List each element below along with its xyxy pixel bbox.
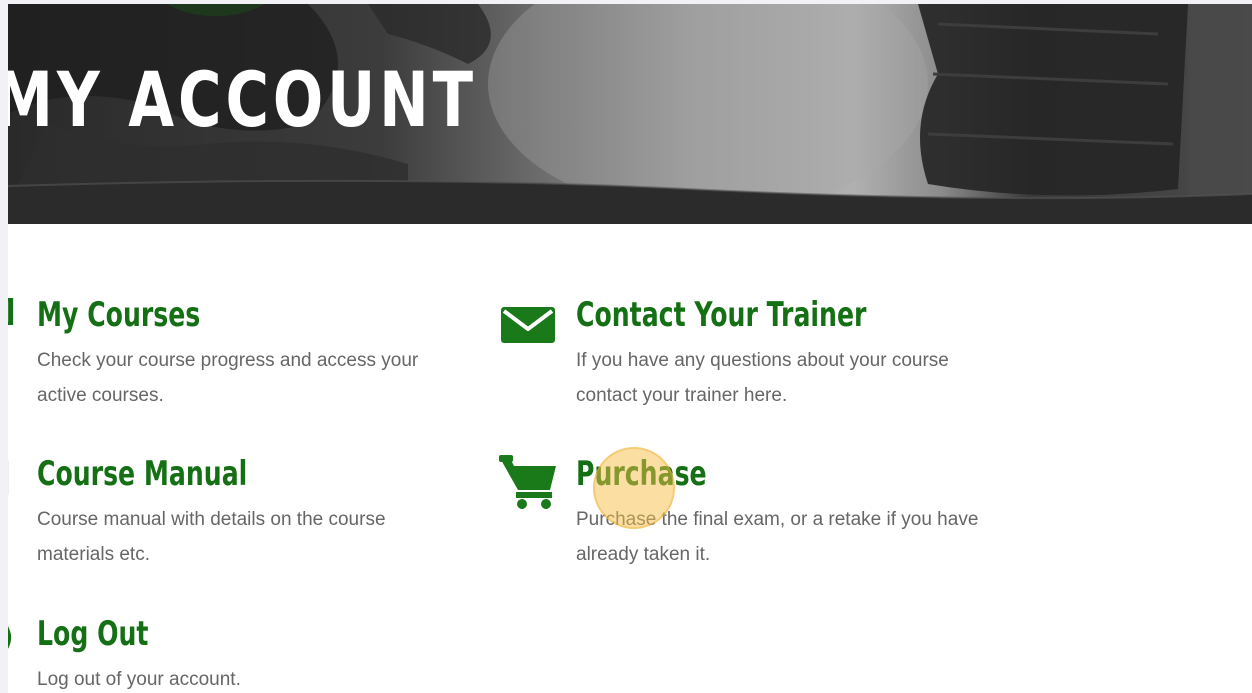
my-courses-card[interactable]: My Courses Check your course progress an… <box>37 296 497 417</box>
log-out-link[interactable]: Log Out <box>37 615 148 653</box>
my-courses-description: Check your course progress and access yo… <box>37 350 419 406</box>
page: MY ACCOUNT ] | ) My Courses Check your c… <box>8 4 1252 693</box>
log-out-description: Log out of your account. <box>37 669 241 690</box>
power-icon: ) <box>8 620 14 655</box>
my-courses-link[interactable]: My Courses <box>37 296 200 334</box>
purchase-link[interactable]: Purchase <box>576 455 707 493</box>
contact-trainer-link[interactable]: Contact Your Trainer <box>576 296 866 334</box>
purchase-description: Purchase the final exam, or a retake if … <box>576 509 979 565</box>
course-manual-description: Course manual with details on the course… <box>37 509 386 565</box>
hero-banner: MY ACCOUNT <box>8 4 1252 224</box>
page-title: MY ACCOUNT <box>8 55 478 144</box>
document-icon: | <box>8 456 12 496</box>
book-icon: ] <box>8 294 16 329</box>
course-manual-card[interactable]: Course Manual Course manual with details… <box>37 455 497 576</box>
cart-icon[interactable] <box>498 454 560 515</box>
purchase-card[interactable]: Purchase Purchase the final exam, or a r… <box>576 455 1036 576</box>
log-out-card[interactable]: Log Out Log out of your account. <box>37 615 497 693</box>
contact-trainer-card[interactable]: Contact Your Trainer If you have any que… <box>576 296 1036 417</box>
course-manual-link[interactable]: Course Manual <box>37 455 247 493</box>
contact-trainer-description: If you have any questions about your cou… <box>576 350 949 406</box>
envelope-icon[interactable] <box>501 305 555 350</box>
